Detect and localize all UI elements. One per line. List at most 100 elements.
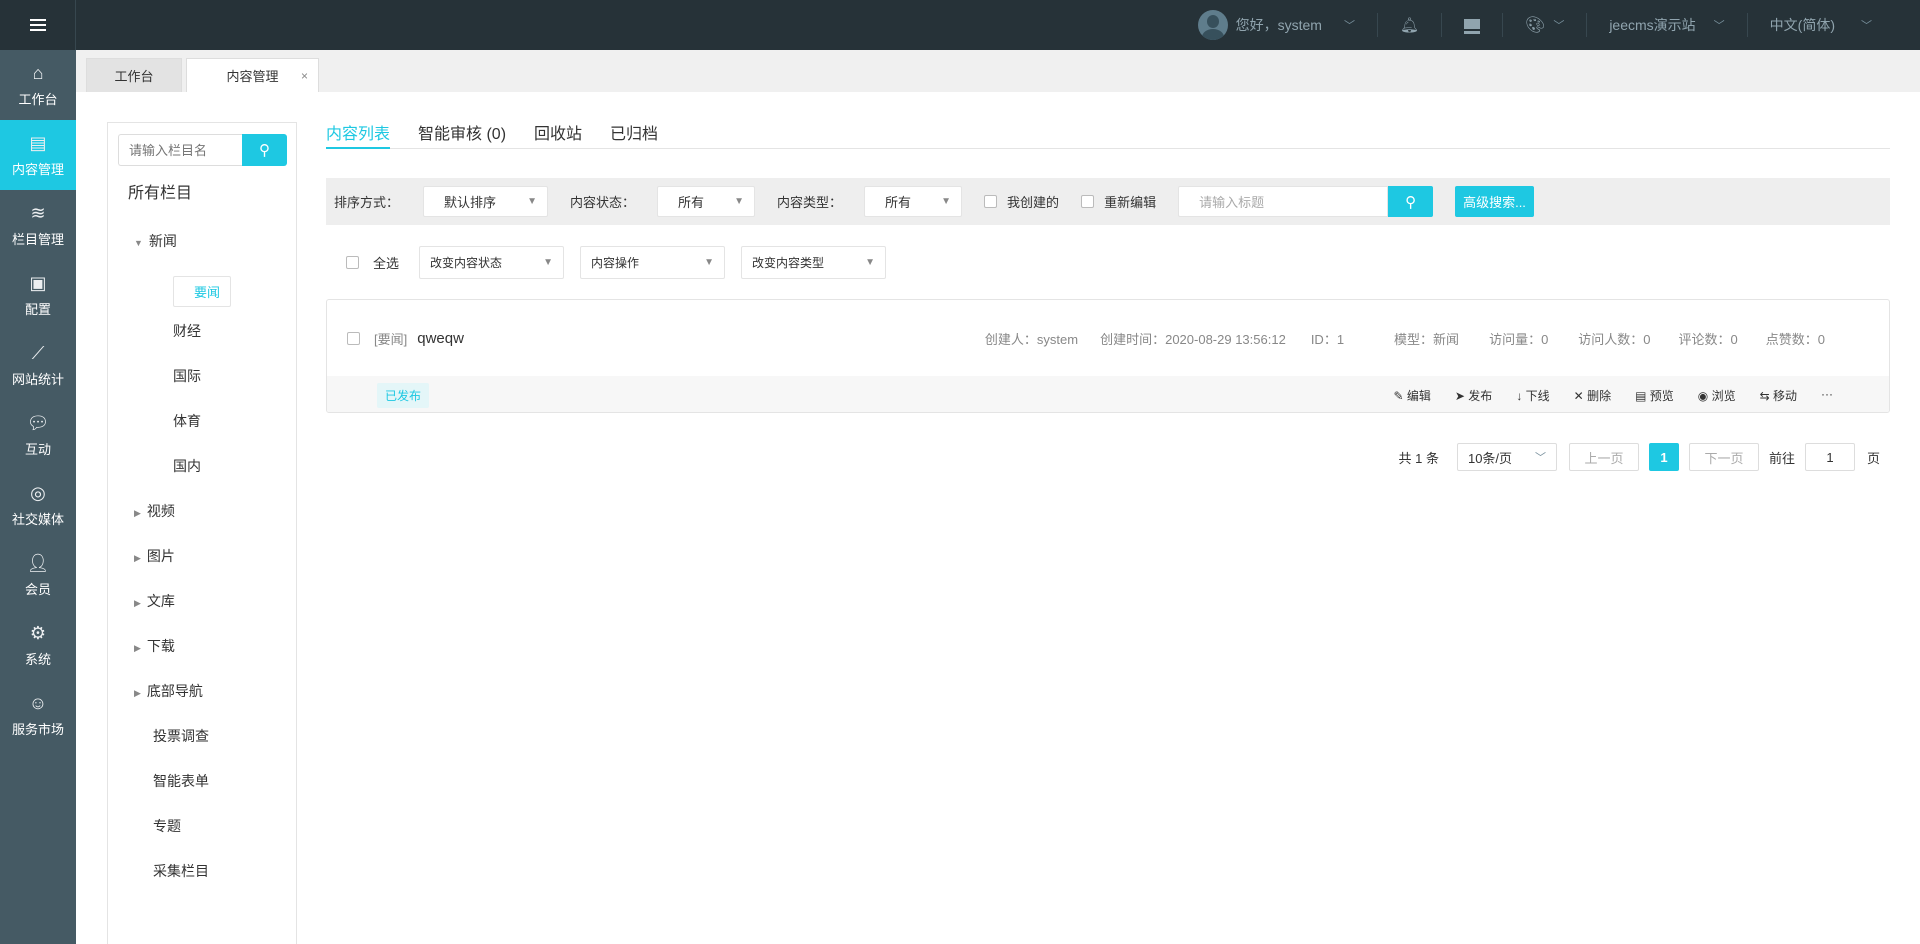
tree-node[interactable]: ▶ 底部导航 <box>134 681 203 701</box>
sidebar-item-stats[interactable]: ⟋ 网站统计 <box>0 330 76 400</box>
sidebar-item-workbench[interactable]: ⌂ 工作台 <box>0 50 76 120</box>
select-all-checkbox[interactable] <box>346 256 359 269</box>
goto-page-input[interactable]: 1 <box>1804 443 1855 471</box>
tab-archived[interactable]: 已归档 <box>610 120 658 149</box>
sort-select[interactable]: 默认排序 ▼ <box>423 186 549 217</box>
delete-button[interactable]: ✕ 删除 <box>1574 387 1611 404</box>
tree-node[interactable]: ▶ 图片 <box>134 546 175 566</box>
preview-button[interactable]: ▤ 预览 <box>1635 387 1674 404</box>
search-icon: ⚲ <box>259 142 270 159</box>
tab-smart-review[interactable]: 智能审核 (0) <box>418 120 506 149</box>
publish-button[interactable]: ➤ 发布 <box>1455 387 1492 404</box>
tab-content-list[interactable]: 内容列表 <box>326 120 391 149</box>
change-type-select[interactable]: 改变内容类型 ▼ <box>741 246 887 279</box>
tree-node[interactable]: 国内 <box>173 456 201 476</box>
chevron-down-icon: ﹀ <box>1861 20 1872 32</box>
advanced-search-button[interactable]: 高级搜索... <box>1455 186 1534 217</box>
next-page-button[interactable]: 下一页 <box>1688 443 1759 471</box>
page-suffix: 页 <box>1866 450 1880 466</box>
reedit-checkbox[interactable] <box>1081 195 1095 208</box>
tree-node[interactable]: ▶ 视频 <box>134 501 175 521</box>
item-created: 创建时间：2020-08-29 13:56:12 <box>1100 331 1286 347</box>
language-name: 中文(简体) <box>1769 17 1835 33</box>
channel-search-input[interactable] <box>118 134 242 166</box>
tab-content[interactable]: 内容管理 × <box>186 58 319 92</box>
support-icon: ☺ <box>28 692 48 713</box>
page-1-button[interactable]: 1 <box>1648 443 1679 471</box>
language-switcher[interactable]: 中文(简体) ﹀ <box>1746 13 1920 37</box>
type-value: 所有 <box>885 195 912 210</box>
tree-node[interactable]: 采集栏目 <box>153 861 209 881</box>
tab-recycle-bin[interactable]: 回收站 <box>534 120 582 149</box>
reedit-label: 重新编辑 <box>1104 195 1157 210</box>
chevron-down-icon: ﹀ <box>1534 452 1546 464</box>
move-button[interactable]: ⇆ 移动 <box>1760 387 1797 404</box>
channel-search: ⚲ <box>118 134 292 166</box>
tab-workbench[interactable]: 工作台 <box>86 58 182 92</box>
content-operation-select[interactable]: 内容操作 ▼ <box>580 246 726 279</box>
filter-bar: 排序方式： 默认排序 ▼ 内容状态： 所有 ▼ 内容类型： 所有 ▼ 我创建的 重新编… <box>326 178 1890 225</box>
tree-node-news[interactable]: ▼ 新闻 <box>134 231 177 251</box>
gear-icon: ⚙ <box>29 622 47 643</box>
caret-right-icon: ▶ <box>134 598 141 608</box>
type-select[interactable]: 所有 ▼ <box>864 186 963 217</box>
sort-label: 排序方式： <box>334 195 400 210</box>
sidebar-item-market[interactable]: ☺ 服务市场 <box>0 680 76 750</box>
browse-button[interactable]: ◉ 浏览 <box>1698 387 1736 404</box>
edit-icon: ✎ <box>1393 388 1407 403</box>
change-status-select[interactable]: 改变内容状态 ▼ <box>419 246 565 279</box>
more-button[interactable]: ··· <box>1821 387 1833 404</box>
channel-search-button[interactable]: ⚲ <box>242 134 287 166</box>
target-icon: ◎ <box>30 482 46 503</box>
edit-button[interactable]: ✎ 编辑 <box>1394 387 1431 404</box>
sidebar-item-label: 会员 <box>24 581 51 597</box>
tree-node-label: 下载 <box>146 638 175 654</box>
sidebar-item-social[interactable]: ◎ 社交媒体 <box>0 470 76 540</box>
close-icon[interactable]: × <box>301 69 308 83</box>
notifications-button[interactable]: 🔔︎ <box>1376 13 1441 37</box>
tree-node[interactable]: 智能表单 <box>153 771 209 791</box>
status-select[interactable]: 所有 ▼ <box>657 186 756 217</box>
bell-icon: 🔔︎ <box>1399 17 1419 34</box>
action-label: 发布 <box>1468 388 1493 403</box>
item-id: ID：1 <box>1310 331 1345 347</box>
theme-button[interactable]: 🎨︎ ﹀ <box>1502 13 1586 37</box>
title-search-placeholder: 请输入标题 <box>1199 195 1265 210</box>
caret-right-icon: ▶ <box>134 688 141 698</box>
menu-toggle-button[interactable] <box>0 0 76 50</box>
tree-node[interactable]: 专题 <box>153 816 181 836</box>
page-size-select[interactable]: 10条/页 ﹀ <box>1456 443 1557 471</box>
palette-icon: 🎨︎ <box>1525 17 1546 34</box>
sidebar-item-members[interactable]: 👤︎ 会员 <box>0 540 76 610</box>
tree-node[interactable]: 财经 <box>173 321 201 341</box>
tree-node[interactable]: 要闻 <box>173 276 232 307</box>
sidebar-item-interaction[interactable]: 💬︎ 互动 <box>0 400 76 470</box>
user-menu[interactable]: 您好，system ﹀ <box>1176 10 1377 40</box>
offline-button[interactable]: ↓ 下线 <box>1516 387 1549 404</box>
tree-node[interactable]: ▶ 下载 <box>134 636 175 656</box>
select-label: 内容操作 <box>591 256 640 270</box>
item-checkbox[interactable] <box>347 331 360 345</box>
title-search-button[interactable]: ⚲ <box>1388 186 1434 217</box>
swap-icon: ⇆ <box>1759 388 1773 403</box>
sidebar-item-content[interactable]: ▤ 内容管理 <box>0 120 76 190</box>
sidebar-item-config[interactable]: ▣ 配置 <box>0 260 76 330</box>
tree-node[interactable]: 国际 <box>173 366 201 386</box>
sidebar-item-channels[interactable]: ≋ 栏目管理 <box>0 190 76 260</box>
title-search-input[interactable]: 请输入标题 <box>1178 186 1389 217</box>
mine-checkbox[interactable] <box>984 195 998 208</box>
prev-page-button[interactable]: 上一页 <box>1568 443 1639 471</box>
batch-bar: 全选 改变内容状态 ▼ 内容操作 ▼ 改变内容类型 ▼ <box>346 246 887 279</box>
content-item: [要闻] qweqw 创建人：system 创建时间：2020-08-29 13… <box>326 299 1890 413</box>
tree-node[interactable]: 体育 <box>173 411 201 431</box>
sidebar-item-system[interactable]: ⚙ 系统 <box>0 610 76 680</box>
user-icon: 👤︎ <box>26 552 50 573</box>
item-title[interactable]: qweqw <box>417 330 464 347</box>
screen-button[interactable] <box>1441 13 1502 37</box>
sidebar-item-label: 网站统计 <box>11 371 64 387</box>
tree-node[interactable]: 投票调查 <box>153 726 209 746</box>
status-badge: 已发布 <box>377 382 430 408</box>
tree-all-channels[interactable]: 所有栏目 <box>128 179 192 203</box>
site-switcher[interactable]: jeecms演示站 ﹀ <box>1586 13 1746 37</box>
tree-node[interactable]: ▶ 文库 <box>134 591 175 611</box>
